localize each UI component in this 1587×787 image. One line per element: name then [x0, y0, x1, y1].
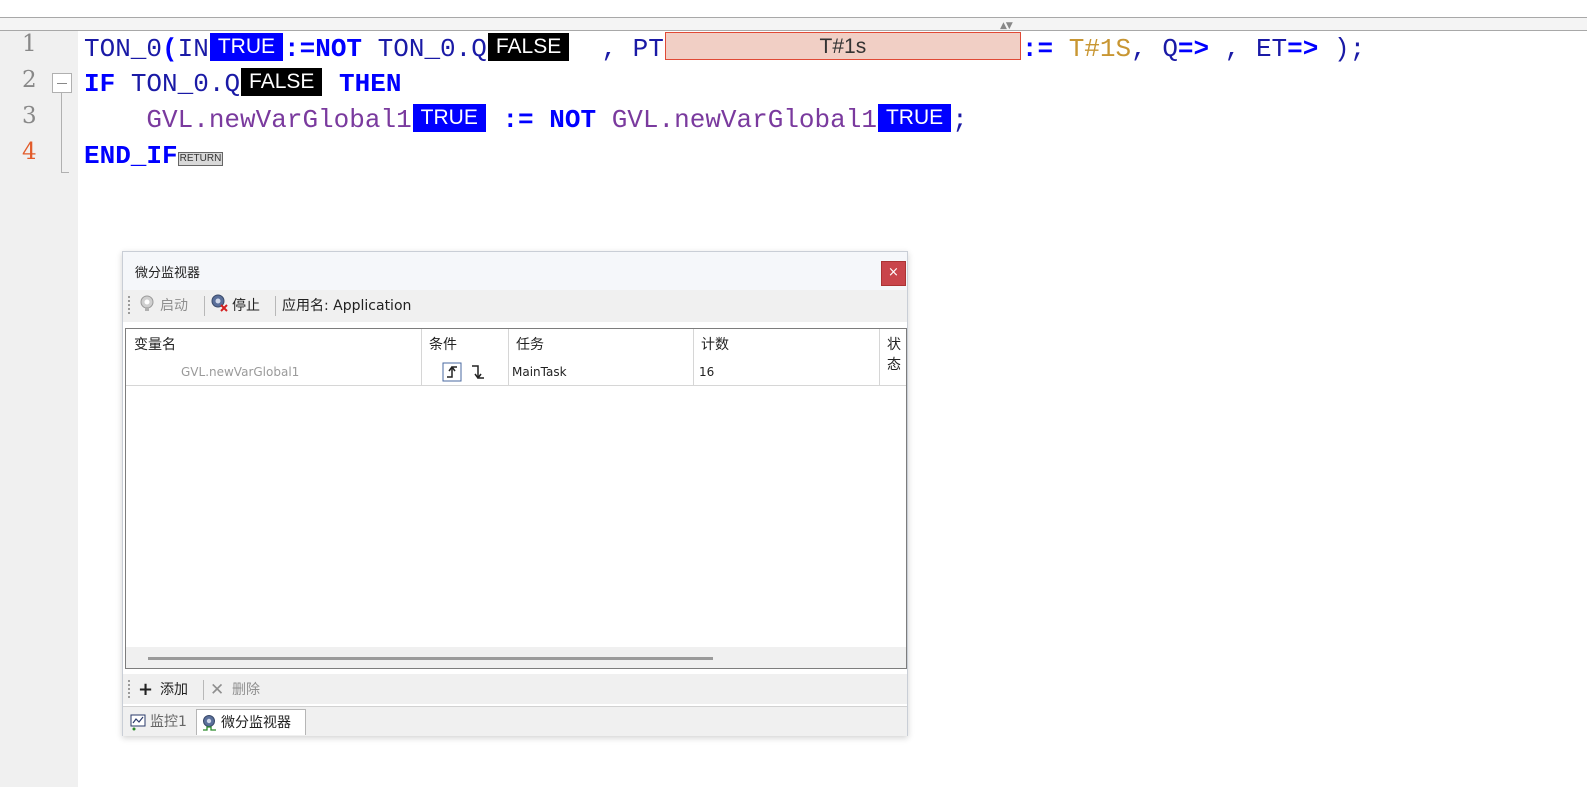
code-token: =>: [1287, 34, 1319, 64]
cell-variable[interactable]: GVL.newVarGlobal1: [181, 365, 299, 379]
monitor-grid[interactable]: 变量名 条件 任务 计数 状态 GVL.newVarGlobal1 MainTa…: [125, 328, 907, 669]
tab-differential-monitor[interactable]: 微分监视器: [196, 709, 306, 735]
code-token: (: [162, 34, 178, 64]
tab-label: 微分监视器: [221, 715, 291, 731]
tab-watch-1[interactable]: 监控1: [126, 709, 196, 735]
line-number: 1: [22, 31, 37, 57]
code-token: , Q: [1131, 34, 1178, 64]
column-divider[interactable]: [421, 329, 422, 385]
column-divider[interactable]: [693, 329, 694, 385]
monitor-value-false[interactable]: FALSE: [487, 33, 570, 61]
keyword-not: NOT: [549, 105, 597, 135]
code-token: TON_0.Q: [130, 69, 241, 99]
column-header-variable[interactable]: 变量名: [134, 334, 176, 354]
bottom-toolbar: + 添加 ✕ 删除: [123, 674, 907, 704]
delete-button[interactable]: 删除: [232, 680, 260, 700]
fold-collapse-icon[interactable]: [52, 73, 72, 93]
keyword-end-if: END_IF: [84, 141, 178, 171]
toolbar-grip[interactable]: [128, 296, 130, 314]
keyword-then: THEN: [339, 69, 402, 99]
code-line-3[interactable]: GVL.newVarGlobal1 TRUE := NOT GVL.newVarG…: [84, 104, 968, 136]
global-variable: GVL.newVarGlobal1: [611, 105, 877, 135]
toolbar-grip[interactable]: [128, 680, 130, 698]
line-number: 3: [22, 103, 37, 129]
fold-guide: [61, 93, 62, 173]
column-header-condition[interactable]: 条件: [429, 334, 457, 354]
column-header-status[interactable]: 状态: [887, 334, 906, 374]
rising-edge-icon[interactable]: [442, 362, 462, 382]
line-number-gutter: 1 2 3 4: [0, 31, 78, 787]
add-button[interactable]: 添加: [160, 680, 188, 700]
global-variable: GVL.newVarGlobal1: [146, 105, 412, 135]
toolbar-separator: [275, 296, 276, 316]
application-label: 应用名: Application: [282, 298, 412, 314]
stop-monitor-icon[interactable]: [210, 294, 228, 312]
tab-label: 监控1: [150, 714, 187, 730]
monitor-value-false[interactable]: FALSE: [241, 68, 323, 96]
code-token: TON_0.Q: [377, 34, 487, 64]
code-token: IN: [177, 34, 209, 64]
toolbar-separator: [203, 680, 204, 700]
code-token: =>: [1177, 34, 1210, 64]
close-button[interactable]: ×: [881, 261, 906, 286]
time-literal: T#1S: [1068, 34, 1132, 64]
code-token: :=: [1021, 34, 1054, 64]
code-line-4[interactable]: END_IF RETURN: [84, 140, 224, 172]
editor-splitter[interactable]: ▲▼: [0, 0, 1587, 34]
row-divider: [126, 385, 906, 386]
watch-icon: [130, 714, 146, 731]
monitor-value-true[interactable]: TRUE: [209, 33, 284, 61]
panel-toolbar: 启动 停止 应用名: Application: [123, 290, 907, 322]
fold-guide-end: [61, 172, 69, 173]
differential-monitor-icon: [203, 715, 216, 731]
start-monitor-icon[interactable]: [138, 294, 156, 312]
column-header-task[interactable]: 任务: [516, 334, 544, 354]
code-line-1[interactable]: TON_0(IN TRUE:=NOT TON_0.Q FALSE , PT T#1s:…: [84, 32, 1365, 64]
add-icon[interactable]: +: [138, 680, 153, 700]
grid-header: 变量名 条件 任务 计数 状态: [126, 329, 906, 373]
monitor-value-true[interactable]: TRUE: [877, 104, 952, 132]
return-marker: RETURN: [177, 152, 224, 166]
panel-titlebar[interactable]: 微分监视器: [123, 252, 907, 290]
start-button[interactable]: 启动: [160, 296, 188, 316]
code-token: );: [1318, 34, 1366, 64]
code-token: :=NOT: [284, 34, 363, 64]
horizontal-scrollbar[interactable]: [126, 647, 906, 668]
code-token: TON_0: [84, 34, 163, 64]
splitter-band: [0, 18, 1587, 30]
cell-count[interactable]: 16: [699, 365, 714, 379]
column-divider[interactable]: [879, 329, 880, 385]
column-divider[interactable]: [508, 329, 509, 385]
code-token: ;: [952, 105, 968, 135]
panel-title: 微分监视器: [135, 266, 201, 281]
panel-tab-strip: 监控1 微分监视器: [123, 706, 907, 736]
falling-edge-icon[interactable]: [468, 362, 488, 382]
keyword-if: IF: [84, 69, 116, 99]
column-header-count[interactable]: 计数: [701, 334, 729, 354]
toolbar-separator: [204, 296, 205, 316]
cell-task[interactable]: MainTask: [512, 365, 567, 379]
delete-icon[interactable]: ✕: [210, 680, 224, 700]
line-number-current: 4: [22, 139, 37, 165]
splitter-line-bottom: [0, 30, 1587, 31]
code-line-2[interactable]: IF TON_0.Q FALSE THEN: [84, 68, 401, 100]
stop-button[interactable]: 停止: [232, 296, 260, 316]
monitor-value-time[interactable]: T#1s: [664, 32, 1021, 60]
code-token: , PT: [570, 34, 664, 64]
scrollbar-thumb[interactable]: [148, 657, 713, 660]
line-number: 2: [22, 67, 37, 93]
splitter-arrows-icon[interactable]: ▲▼: [1000, 21, 1013, 31]
monitor-value-true[interactable]: TRUE: [412, 104, 486, 132]
code-token: , ET: [1209, 34, 1288, 64]
code-token: :=: [502, 105, 534, 135]
differential-monitor-panel: 微分监视器 × 启动 停止 应用名: Application 变量名 条件 任务…: [122, 251, 908, 736]
